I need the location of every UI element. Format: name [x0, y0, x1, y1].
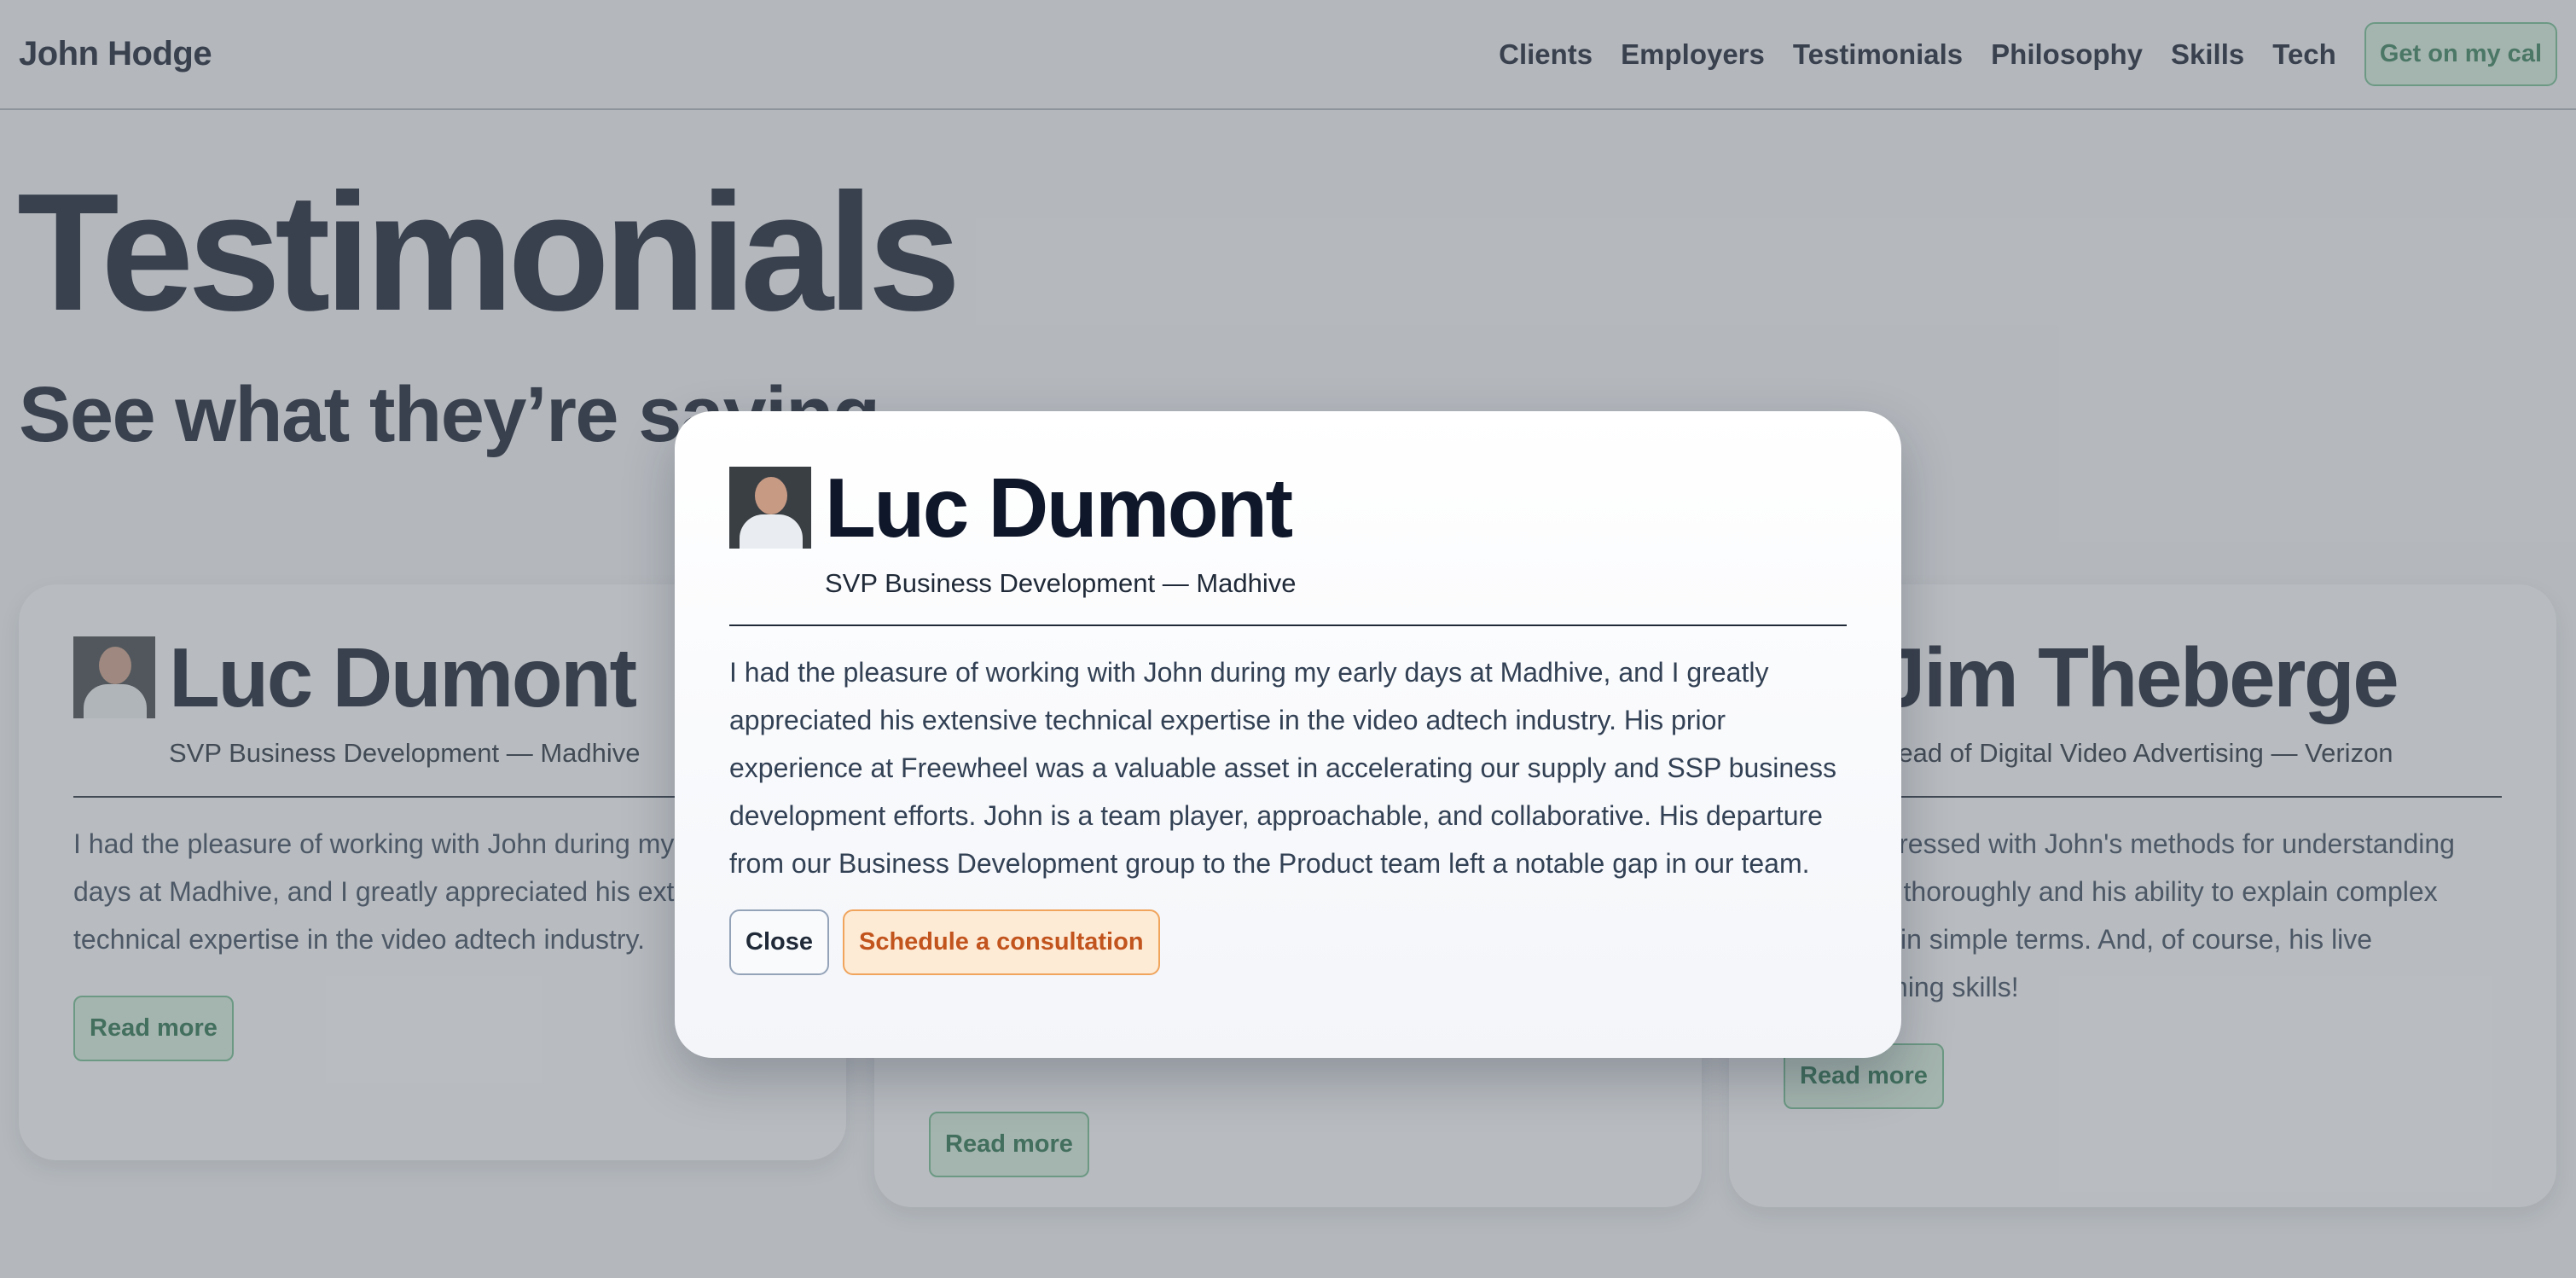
modal-name: Luc Dumont: [825, 461, 1293, 555]
modal-quote: I had the pleasure of working with John …: [729, 657, 1836, 879]
schedule-consultation-button[interactable]: Schedule a consultation: [842, 909, 1160, 975]
modal-role: SVP Business Development — Madhive: [825, 568, 1297, 598]
close-button[interactable]: Close: [729, 909, 829, 975]
page: John Hodge Clients Employers Testimonial…: [0, 0, 2576, 1278]
modal-header: Luc Dumont: [729, 466, 1847, 549]
avatar: [729, 467, 811, 549]
modal-actions: Close Schedule a consultation: [729, 909, 1847, 975]
divider: [729, 624, 1847, 626]
testimonial-modal: Luc Dumont SVP Business Development — Ma…: [675, 411, 1901, 1058]
